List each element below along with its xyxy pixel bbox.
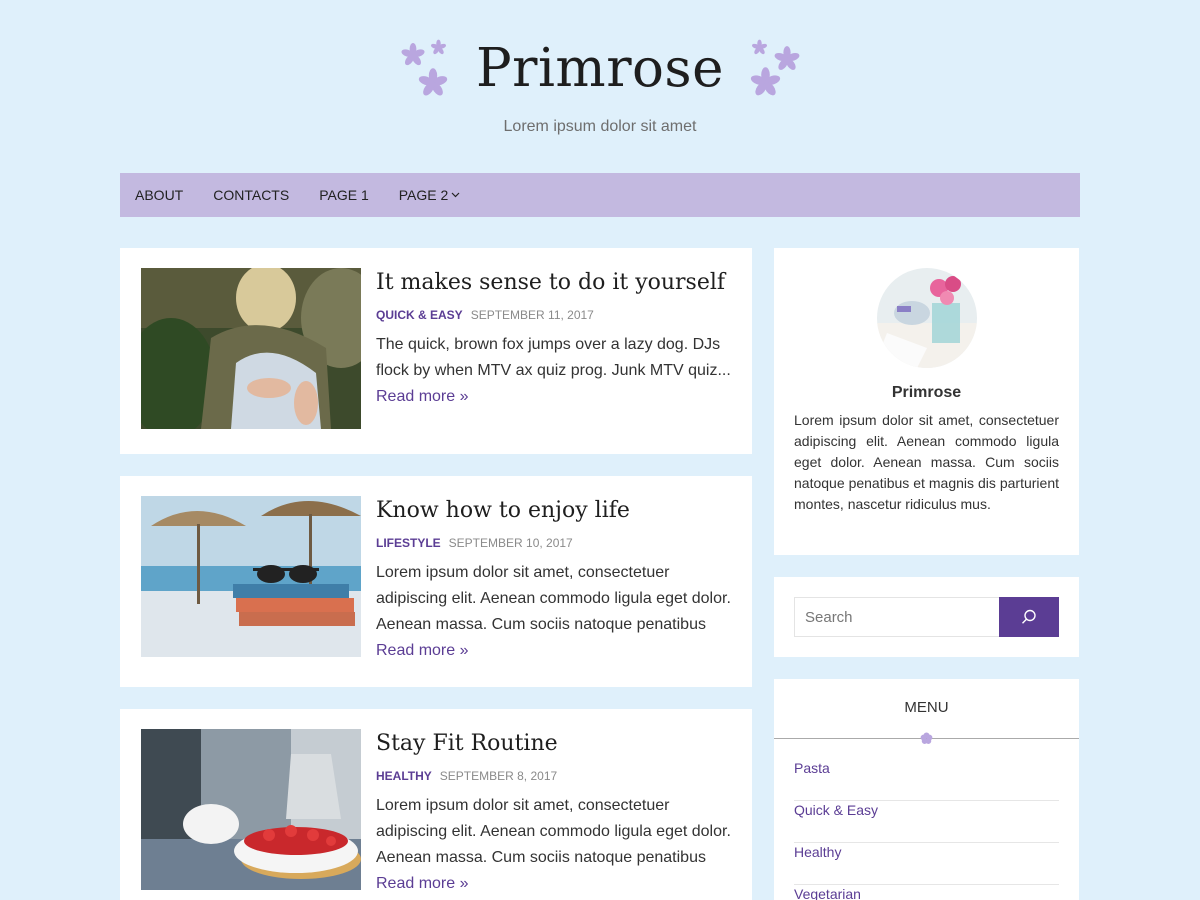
post-excerpt: Lorem ipsum dolor sit amet, consectetuer… <box>376 797 731 866</box>
post-excerpt: The quick, brown fox jumps over a lazy d… <box>376 336 731 379</box>
nav-item-about[interactable]: ABOUT <box>135 187 183 203</box>
post-category[interactable]: HEALTHY <box>376 769 432 783</box>
post-date: SEPTEMBER 10, 2017 <box>448 536 573 550</box>
nav-item-label: ABOUT <box>135 187 184 203</box>
search-icon <box>1021 609 1036 624</box>
read-more-link[interactable]: Read more » <box>376 384 469 410</box>
post-excerpt: Lorem ipsum dolor sit amet, consectetuer… <box>376 564 731 633</box>
post-thumbnail[interactable] <box>141 268 361 429</box>
nav-item-label: PAGE 1 <box>319 187 369 203</box>
menu-item-healthy[interactable]: Healthy <box>794 843 1059 885</box>
nav-item-contacts[interactable]: CONTACTS <box>213 187 289 203</box>
about-text: Lorem ipsum dolor sit amet, consectetuer… <box>794 412 1059 512</box>
post-card: Know how to enjoy life LIFESTYLE SEPTEMB… <box>120 476 752 687</box>
flower-icon <box>920 732 933 744</box>
menu-item-quick-easy[interactable]: Quick & Easy <box>794 801 1059 843</box>
post-thumbnail[interactable] <box>141 729 361 890</box>
flower-icon <box>750 67 781 96</box>
nav-item-label: CONTACTS <box>213 187 290 203</box>
post-meta: QUICK & EASY SEPTEMBER 11, 2017 <box>376 308 736 322</box>
menu-item-vegetarian[interactable]: Vegetarian <box>794 885 1059 900</box>
site-brand[interactable]: Primrose <box>400 36 800 106</box>
nav-item-page-2[interactable]: PAGE 2 <box>399 187 461 203</box>
post-meta: HEALTHY SEPTEMBER 8, 2017 <box>376 769 736 783</box>
post-date: SEPTEMBER 8, 2017 <box>439 769 558 783</box>
search-input[interactable] <box>794 597 1000 637</box>
site-header: Primrose Lorem ipsum dolor sit amet <box>0 0 1200 173</box>
read-more-link[interactable]: Read more » <box>376 871 469 897</box>
site-tagline: Lorem ipsum dolor sit amet <box>503 118 697 135</box>
menu-widget: MENU Pasta Quick & Easy Healthy Vegetari… <box>774 679 1079 900</box>
menu-title: MENU <box>904 699 949 716</box>
nav-item-label: PAGE 2 <box>398 187 449 203</box>
menu-list: Pasta Quick & Easy Healthy Vegetarian <box>794 759 1059 900</box>
post-body: Stay Fit Routine HEALTHY SEPTEMBER 8, 20… <box>376 729 736 897</box>
post-date: SEPTEMBER 11, 2017 <box>470 308 594 322</box>
search-widget <box>774 577 1079 657</box>
post-category[interactable]: QUICK & EASY <box>376 308 463 322</box>
post-title[interactable]: Know how to enjoy life <box>376 496 736 526</box>
post-body: Know how to enjoy life LIFESTYLE SEPTEMB… <box>376 496 736 664</box>
post-title[interactable]: It makes sense to do it yourself <box>376 268 736 298</box>
post-category[interactable]: LIFESTYLE <box>376 536 441 550</box>
site-title[interactable]: Primrose <box>400 36 800 102</box>
about-widget: Primrose Lorem ipsum dolor sit amet, con… <box>774 248 1079 555</box>
flower-icon <box>751 39 768 55</box>
avatar <box>877 268 977 368</box>
post-thumbnail[interactable] <box>141 496 361 657</box>
post-card: It makes sense to do it yourself QUICK &… <box>120 248 752 454</box>
chevron-down-icon <box>451 192 460 198</box>
main-nav: ABOUT CONTACTS PAGE 1 PAGE 2 <box>120 173 1080 217</box>
post-body: It makes sense to do it yourself QUICK &… <box>376 268 736 410</box>
post-card: Stay Fit Routine HEALTHY SEPTEMBER 8, 20… <box>120 709 752 900</box>
post-title[interactable]: Stay Fit Routine <box>376 729 736 759</box>
menu-item-pasta[interactable]: Pasta <box>794 759 1059 801</box>
read-more-link[interactable]: Read more » <box>376 638 469 664</box>
about-name: Primrose <box>891 384 962 401</box>
search-button[interactable] <box>999 597 1059 637</box>
post-meta: LIFESTYLE SEPTEMBER 10, 2017 <box>376 536 736 550</box>
nav-item-page-1[interactable]: PAGE 1 <box>319 187 369 203</box>
